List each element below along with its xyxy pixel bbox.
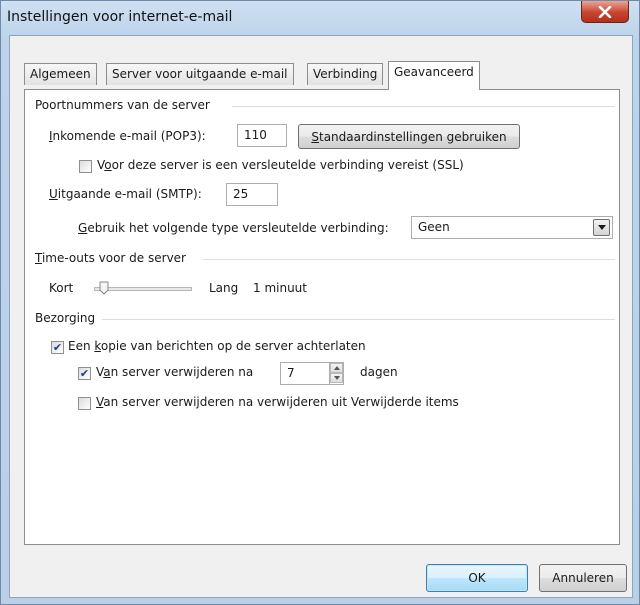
incoming-port-value: 110 <box>244 128 267 142</box>
section-divider-ports <box>232 106 615 107</box>
spin-down-button[interactable] <box>330 373 343 383</box>
use-defaults-button[interactable]: Standaardinstellingen gebruiken <box>298 124 520 149</box>
remove-after-label: Van server verwijderen na <box>96 365 254 379</box>
remove-deleted-label: Van server verwijderen na verwijderen ui… <box>96 395 459 409</box>
section-title-timeouts: Time-outs voor de server <box>35 251 186 265</box>
section-title-delivery: Bezorging <box>35 311 96 325</box>
remove-after-days-value: 7 <box>287 366 295 380</box>
tab-verbinding-label: Verbinding <box>313 67 378 81</box>
ssl-checkbox[interactable] <box>79 160 92 173</box>
ok-button-label: OK <box>468 571 486 585</box>
outgoing-port-label: Uitgaande e-mail (SMTP): <box>49 187 202 201</box>
section-title-ports: Poortnummers van de server <box>35 98 210 112</box>
ok-button[interactable]: OK <box>426 564 528 592</box>
incoming-port-input[interactable]: 110 <box>237 124 287 147</box>
use-defaults-button-label: Standaardinstellingen gebruiken <box>311 129 507 144</box>
checkmark-icon: ✔ <box>52 341 63 354</box>
tab-uitgaande-server-label: Server voor uitgaande e-mail <box>112 67 288 81</box>
tab-algemeen[interactable]: Algemeen <box>24 63 97 85</box>
encryption-dropdown-button[interactable] <box>593 219 610 236</box>
remove-after-checkbox[interactable]: ✔ <box>78 367 91 380</box>
encryption-type-value: Geen <box>418 220 450 234</box>
remove-after-days-input[interactable]: 7 <box>280 362 344 385</box>
tab-geavanceerd[interactable]: Geavanceerd <box>388 61 480 90</box>
days-label: dagen <box>360 365 398 379</box>
spin-up-icon <box>333 366 340 370</box>
cancel-button-label: Annuleren <box>552 571 614 585</box>
timeout-value-text: 1 minuut <box>253 281 307 295</box>
tab-uitgaande-server[interactable]: Server voor uitgaande e-mail <box>106 63 294 85</box>
section-divider-delivery <box>102 319 615 320</box>
encryption-type-label: Gebruik het volgende type versleutelde v… <box>78 221 389 235</box>
keep-copy-label: Een kopie van berichten op de server ach… <box>68 339 366 353</box>
timeout-slider-thumb[interactable] <box>99 281 109 295</box>
days-spinner[interactable] <box>329 363 343 384</box>
timeout-long-label: Lang <box>209 281 239 295</box>
encryption-type-select[interactable]: Geen <box>411 216 613 239</box>
tab-algemeen-label: Algemeen <box>30 67 91 81</box>
remove-deleted-checkbox[interactable] <box>78 397 91 410</box>
tab-verbinding[interactable]: Verbinding <box>307 63 384 85</box>
incoming-port-label: Inkomende e-mail (POP3): <box>49 129 206 143</box>
outgoing-port-value: 25 <box>233 187 249 201</box>
window-title: Instellingen voor internet-e-mail <box>7 9 233 25</box>
close-icon <box>598 5 612 18</box>
chevron-down-icon <box>597 225 606 230</box>
spin-down-icon <box>333 376 340 380</box>
tab-geavanceerd-label: Geavanceerd <box>394 65 474 79</box>
section-divider-timeouts <box>203 259 615 260</box>
checkmark-icon: ✔ <box>79 367 90 380</box>
keep-copy-checkbox[interactable]: ✔ <box>51 341 64 354</box>
cancel-button[interactable]: Annuleren <box>539 564 627 592</box>
ssl-label: Voor deze server is een versleutelde ver… <box>97 158 464 172</box>
title-bar[interactable]: Instellingen voor internet-e-mail <box>1 1 639 35</box>
timeout-short-label: Kort <box>49 281 74 295</box>
outgoing-port-input[interactable]: 25 <box>226 183 278 206</box>
spin-up-button[interactable] <box>330 363 343 373</box>
close-button[interactable] <box>581 1 629 23</box>
